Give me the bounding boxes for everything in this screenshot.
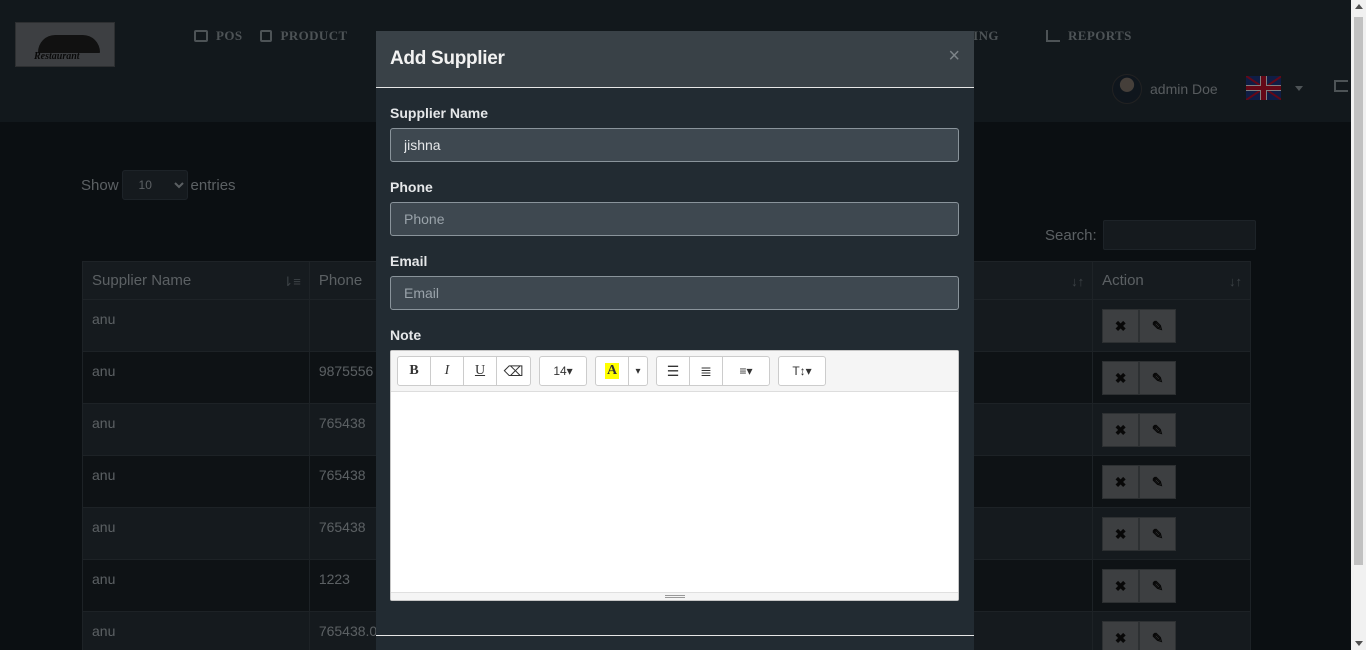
font-size-dropdown[interactable]: 14▾: [540, 357, 586, 385]
close-icon[interactable]: ×: [948, 45, 960, 68]
color-dropdown-button[interactable]: ▾: [629, 357, 647, 385]
scroll-up-icon[interactable]: [1355, 4, 1363, 9]
resize-handle[interactable]: [391, 592, 958, 600]
modal-footer-divider: [376, 635, 974, 636]
modal-title: Add Supplier: [390, 48, 505, 69]
highlight-icon: A: [604, 363, 620, 379]
note-textarea[interactable]: [391, 392, 958, 592]
eraser-icon[interactable]: ⌫: [497, 357, 530, 385]
font-size-group: 14▾: [539, 356, 587, 386]
email-input[interactable]: [390, 276, 959, 310]
list-group: ☰ ≣ ≡▾: [656, 356, 770, 386]
supplier-name-input[interactable]: [390, 128, 959, 162]
editor-toolbar: B I U ⌫ 14▾ A ▾ ☰ ≣ ≡▾ T↕▾: [391, 351, 958, 392]
modal-header: Add Supplier ×: [376, 31, 974, 88]
unordered-list-icon[interactable]: ☰: [657, 357, 690, 385]
font-style-group: B I U ⌫: [397, 356, 531, 386]
italic-button[interactable]: I: [431, 357, 464, 385]
phone-label: Phone: [390, 179, 433, 195]
paragraph-align-icon[interactable]: ≡▾: [723, 357, 769, 385]
color-group: A ▾: [595, 356, 648, 386]
underline-button[interactable]: U: [464, 357, 497, 385]
highlight-color-button[interactable]: A: [596, 357, 629, 385]
height-group: T↕▾: [778, 356, 826, 386]
email-label: Email: [390, 253, 428, 269]
supplier-name-label: Supplier Name: [390, 105, 489, 121]
note-label: Note: [390, 327, 422, 343]
ordered-list-icon[interactable]: ≣: [690, 357, 723, 385]
line-height-button[interactable]: T↕▾: [779, 357, 825, 385]
note-editor: B I U ⌫ 14▾ A ▾ ☰ ≣ ≡▾ T↕▾: [390, 350, 959, 601]
scroll-thumb[interactable]: [1354, 17, 1363, 565]
scroll-down-icon[interactable]: [1355, 641, 1363, 646]
add-supplier-modal: Add Supplier × Supplier Name Phone Email…: [376, 31, 974, 650]
grip-icon: [665, 595, 685, 598]
bold-button[interactable]: B: [398, 357, 431, 385]
page-scrollbar[interactable]: [1351, 0, 1366, 650]
phone-input[interactable]: [390, 202, 959, 236]
